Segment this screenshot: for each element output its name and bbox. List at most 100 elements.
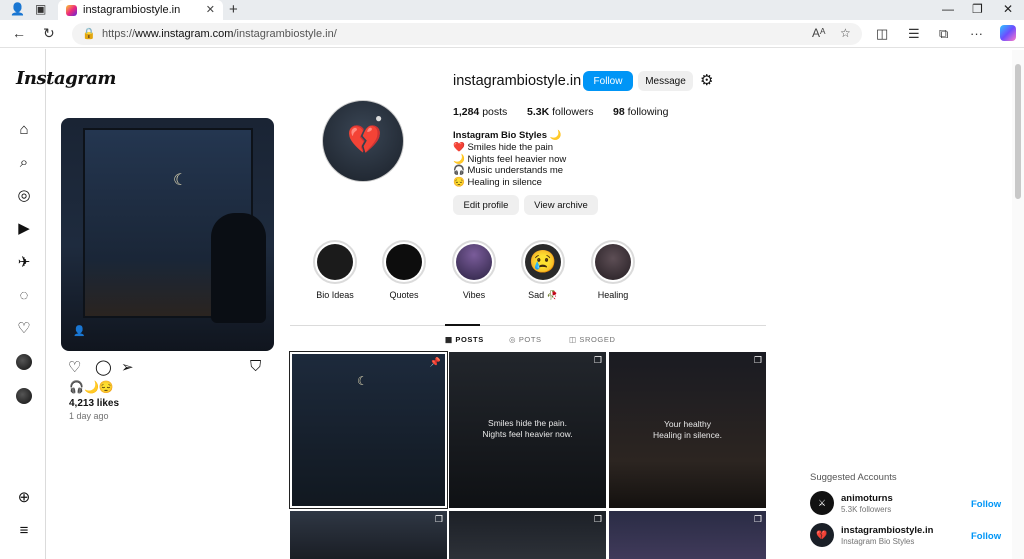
- split-screen-icon[interactable]: ◫: [876, 26, 888, 42]
- highlight-bio-ideas[interactable]: Bio Ideas: [313, 240, 357, 300]
- tab-actions-icon[interactable]: ▣: [35, 2, 46, 16]
- collections-icon[interactable]: ⧉: [939, 26, 948, 42]
- url-prefix: https://: [102, 28, 136, 40]
- following-stat[interactable]: 98 following: [613, 106, 668, 118]
- maximize-icon[interactable]: ❐: [972, 2, 983, 16]
- share-icon[interactable]: ➢: [121, 358, 134, 376]
- follow-button[interactable]: Follow: [583, 71, 633, 91]
- carousel-icon: ❐: [753, 514, 762, 524]
- view-archive-button[interactable]: View archive: [524, 195, 598, 215]
- messages-icon[interactable]: ✈: [15, 254, 33, 272]
- bio-line: 😔 Healing in silence: [453, 177, 542, 188]
- instagram-logo[interactable]: Instagram: [16, 68, 116, 89]
- message-button[interactable]: Message: [638, 71, 693, 91]
- grid-post[interactable]: ❐ Your healthy Healing in silence.: [609, 352, 766, 508]
- carousel-icon: ❐: [753, 355, 762, 365]
- lock-icon: 🔒: [82, 28, 96, 40]
- menu-icon[interactable]: ≡: [15, 522, 33, 540]
- carousel-icon: ❐: [593, 355, 602, 365]
- post-emojis: 🎧🌙😔: [69, 380, 114, 394]
- favorite-star-icon[interactable]: ☆: [840, 26, 851, 40]
- suggested-avatar[interactable]: 💔: [810, 523, 834, 547]
- likes-count[interactable]: 4,213 likes: [69, 398, 119, 409]
- posts-stat: 1,284 posts: [453, 106, 508, 118]
- page-scrollbar[interactable]: [1012, 50, 1024, 559]
- tagged-user-icon[interactable]: 👤: [73, 326, 85, 337]
- followers-stat[interactable]: 5.3K followers: [527, 106, 594, 118]
- tab-divider: [290, 325, 766, 326]
- profile-icon[interactable]: 👤: [10, 2, 25, 16]
- suggested-follow-button[interactable]: Follow: [971, 499, 1001, 510]
- profile-picture[interactable]: 💔 ●: [322, 100, 404, 182]
- address-bar-row: ← ↻ 🔒 https://www.instagram.com/instagra…: [0, 20, 1024, 48]
- profile-avatar-icon[interactable]: [16, 354, 32, 370]
- suggested-name[interactable]: animoturns: [841, 493, 893, 504]
- grid-post[interactable]: ❐: [290, 511, 447, 559]
- suggested-avatar[interactable]: ⚔: [810, 491, 834, 515]
- highlight-quotes[interactable]: Quotes: [382, 240, 426, 300]
- browser-tab[interactable]: instagrambiostyle.in ✕: [58, 0, 223, 20]
- post-caption: Your healthy Healing in silence.: [653, 419, 722, 440]
- threads-icon[interactable]: ◌: [15, 287, 33, 305]
- tab-sroged[interactable]: ◫ SROGED: [569, 335, 615, 344]
- tab-title: instagrambiostyle.in: [83, 4, 181, 16]
- highlight-vibes[interactable]: Vibes: [452, 240, 496, 300]
- post-caption: Smiles hide the pain. Nights feel heavier…: [482, 418, 573, 439]
- carousel-icon: ❐: [434, 514, 443, 524]
- search-icon[interactable]: ⌕: [15, 154, 33, 172]
- bio-title: Instagram Bio Styles 🌙: [453, 130, 562, 141]
- moon-icon: ●: [375, 111, 383, 125]
- grid-post[interactable]: ❐ Smiles hide the pain. Nights feel heavi…: [449, 352, 606, 508]
- account-avatar-icon[interactable]: [16, 388, 32, 404]
- highlight-label: Healing: [597, 290, 629, 300]
- notifications-icon[interactable]: ♡: [15, 320, 33, 338]
- new-tab-button[interactable]: +: [229, 1, 238, 18]
- grid-post[interactable]: ❐: [609, 511, 766, 559]
- profile-username: instagrambiostyle.in: [453, 73, 582, 89]
- back-icon[interactable]: ←: [12, 25, 26, 41]
- moon-icon: ☾: [173, 172, 188, 189]
- active-tab-indicator: [445, 324, 480, 326]
- grid-post[interactable]: ☾ 📌: [289, 351, 448, 509]
- highlight-healing[interactable]: Healing: [591, 240, 635, 300]
- carousel-icon: ❐: [593, 514, 602, 524]
- moon-icon: ☾: [357, 374, 368, 388]
- url-path: /instagrambiostyle.in/: [233, 28, 337, 40]
- like-icon[interactable]: ♡: [68, 358, 81, 376]
- reels-icon[interactable]: ▶: [15, 220, 33, 238]
- copilot-icon[interactable]: [1000, 25, 1016, 41]
- instagram-favicon-icon: [66, 4, 77, 16]
- suggested-sub: Instagram Bio Styles: [841, 537, 915, 546]
- suggested-follow-button[interactable]: Follow: [971, 531, 1001, 542]
- close-window-icon[interactable]: ✕: [1003, 2, 1013, 16]
- post-image[interactable]: ☾ 👤: [61, 118, 274, 351]
- more-icon[interactable]: ···: [970, 26, 983, 41]
- save-icon[interactable]: ⛉: [250, 358, 261, 375]
- bio-line: 🌙 Nights feel heavier now: [453, 154, 567, 165]
- create-icon[interactable]: ⊕: [15, 489, 33, 507]
- url-field[interactable]: 🔒 https://www.instagram.com/instagrambio…: [72, 23, 862, 45]
- read-aloud-icon[interactable]: Aᴬ: [812, 26, 825, 40]
- comment-icon[interactable]: ◯: [95, 358, 112, 376]
- bio-line: 🎧 Music understands me: [453, 165, 564, 176]
- explore-icon[interactable]: ◎: [15, 187, 33, 205]
- scrollbar-thumb[interactable]: [1015, 64, 1021, 199]
- grid-post[interactable]: ❐: [449, 511, 606, 559]
- minimize-icon[interactable]: —: [942, 2, 954, 16]
- bio-line: ❤️ Smiles hide the pain: [453, 142, 554, 153]
- tab-posts[interactable]: ▦ POSTS: [445, 335, 484, 344]
- settings-gear-icon[interactable]: ⚙: [700, 71, 713, 89]
- home-icon[interactable]: ⌂: [15, 121, 33, 139]
- highlight-sad[interactable]: 😢 Sad 🥀: [521, 240, 565, 300]
- edit-profile-button[interactable]: Edit profile: [453, 195, 519, 215]
- url-host: www.instagram.com: [135, 28, 234, 40]
- suggested-heading: Suggested Accounts: [810, 472, 897, 483]
- close-tab-icon[interactable]: ✕: [206, 3, 215, 16]
- post-time: 1 day ago: [69, 411, 109, 421]
- tab-pots[interactable]: ◎ POTS: [509, 335, 542, 344]
- pinned-icon: 📌: [429, 357, 441, 367]
- suggested-name[interactable]: instagrambiostyle.in: [841, 525, 933, 536]
- person-silhouette: [211, 213, 266, 323]
- favorites-icon[interactable]: ☰: [908, 26, 920, 42]
- refresh-icon[interactable]: ↻: [43, 25, 55, 42]
